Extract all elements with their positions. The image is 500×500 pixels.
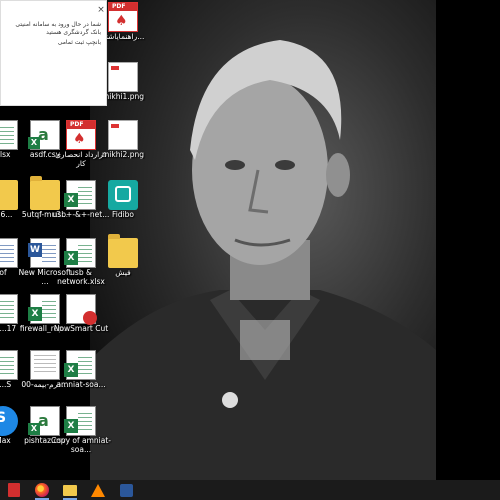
taskbar-app[interactable] xyxy=(112,480,140,500)
desktop-icon-amniat-soa[interactable]: X amniat-soa... xyxy=(50,348,112,410)
excel-file-icon: X xyxy=(64,350,96,380)
desktop-icon-copy-amniat[interactable]: X Copy of amniat-soa... xyxy=(50,404,112,466)
desktop-icon-fidibo[interactable]: Fidibo xyxy=(92,178,154,240)
taskbar-file-explorer[interactable] xyxy=(56,480,84,500)
notification-message-secondary: بانچپ ثبت ثمامی xyxy=(57,39,101,46)
app-icon xyxy=(119,483,133,497)
file-explorer-icon xyxy=(63,484,77,496)
excel-file-icon: X xyxy=(64,406,96,436)
desktop-icon-fish[interactable]: فیش xyxy=(92,234,154,298)
image-file-icon xyxy=(108,120,138,150)
fidibo-icon xyxy=(108,180,138,210)
taskbar-pdf-reader[interactable] xyxy=(0,480,28,500)
notification-popup[interactable]: × شما در حال ورود به سامانه امنیتی بانک … xyxy=(0,0,107,106)
vlc-icon xyxy=(91,483,105,497)
notification-message: شما در حال ورود به سامانه امنیتی بانک گر… xyxy=(15,21,101,36)
taskbar-vlc[interactable] xyxy=(84,480,112,500)
image-file-icon xyxy=(108,62,138,92)
nowsmart-cut-icon xyxy=(66,294,97,325)
close-icon[interactable]: × xyxy=(96,5,106,15)
desktop: X xlsx id6... W of X of ...17 X l ...S M… xyxy=(0,0,500,480)
taskbar xyxy=(0,480,500,500)
firefox-icon xyxy=(35,483,49,497)
taskbar-firefox[interactable] xyxy=(28,480,56,500)
pdf-reader-icon xyxy=(8,483,20,497)
folder-icon xyxy=(108,234,138,268)
desktop-icon-mikhi2[interactable]: mikhi2.png xyxy=(92,118,154,180)
desktop-icon-nowsmart[interactable]: NowSmart Cut xyxy=(50,292,112,354)
